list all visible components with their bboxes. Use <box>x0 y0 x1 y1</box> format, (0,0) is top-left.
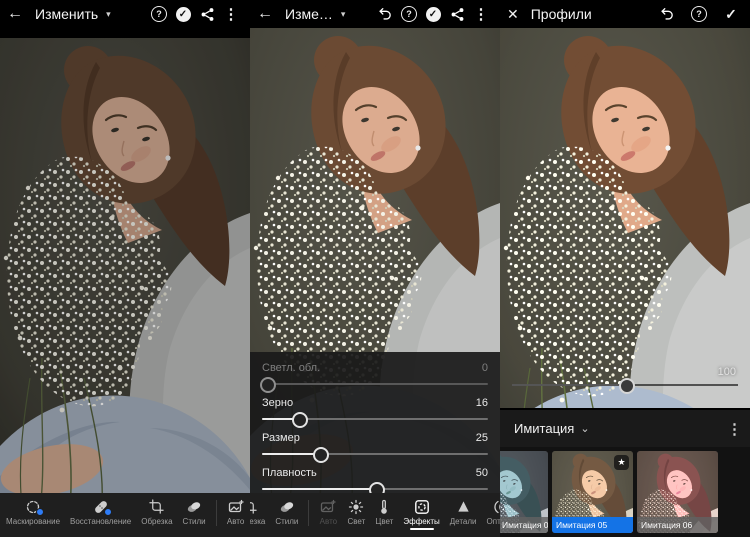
undo-icon <box>379 7 391 20</box>
toolbar-divider <box>215 500 217 526</box>
presets-icon <box>185 498 203 515</box>
profile-imitation-04[interactable]: Имитация 04 <box>500 451 548 533</box>
close-icon[interactable]: ✕ <box>507 7 519 21</box>
slider-knob[interactable] <box>312 447 329 463</box>
profile-amount-slider[interactable] <box>512 378 738 394</box>
tool-crop[interactable]: Обрезка <box>250 498 265 530</box>
tool-presets[interactable]: Стили <box>183 498 206 530</box>
profile-amount: 100 <box>500 358 750 402</box>
photo-canvas[interactable] <box>0 38 250 498</box>
healing-icon <box>92 498 112 516</box>
color-icon <box>375 498 393 515</box>
panel-edit-overview: ← Изменить ▾ ? ✓ ⋮ Маскирование Восстано… <box>0 0 250 537</box>
chevron-down-icon: ▾ <box>106 8 111 19</box>
overflow-menu-button[interactable]: ⋮ <box>219 2 243 26</box>
back-icon[interactable]: ← <box>257 6 273 22</box>
undo-button[interactable] <box>655 2 679 26</box>
tool-healing[interactable]: Восстановление <box>70 498 131 530</box>
chevron-down-icon: ⌄ <box>580 423 590 435</box>
back-icon[interactable]: ← <box>7 6 23 22</box>
photo-canvas[interactable]: Светл. обл. 0 Зерно 16 Размер 25 Плавнос… <box>250 28 500 498</box>
tools-toolbar: Обрезка Стили Авто Свет Цвет <box>250 493 500 537</box>
grain-slider[interactable] <box>262 412 488 428</box>
profiles-menu-button[interactable]: ⋮ <box>727 420 742 438</box>
light-icon <box>347 498 365 515</box>
tool-auto[interactable]: Авто <box>319 498 337 530</box>
share-icon <box>201 7 213 21</box>
share-button[interactable] <box>445 2 469 26</box>
done-button[interactable]: ✓ <box>171 2 195 26</box>
toolbar-divider <box>308 500 310 526</box>
overflow-menu-button[interactable]: ⋮ <box>469 2 493 26</box>
effects-icon <box>413 498 431 515</box>
effects-sliders-panel: Светл. обл. 0 Зерно 16 Размер 25 Плавнос… <box>250 352 500 498</box>
profile-amount-value: 100 <box>717 366 736 378</box>
photo-canvas[interactable]: 100 <box>500 28 750 408</box>
tool-effects[interactable]: Эффекты <box>403 498 440 530</box>
optics-icon <box>491 498 500 515</box>
auto-icon <box>319 498 337 515</box>
profile-group-dropdown[interactable]: Имитация <box>514 421 574 436</box>
slider-row-size: Размер 25 <box>250 428 500 463</box>
slider-knob[interactable] <box>292 412 309 428</box>
page-title[interactable]: Изме… <box>285 6 333 22</box>
tool-masking[interactable]: Маскирование <box>6 498 60 530</box>
top-bar: ✕ Профили ? ✓ <box>500 0 750 28</box>
tool-auto[interactable]: Авто <box>227 498 245 530</box>
slider-knob[interactable] <box>619 378 635 394</box>
slider-knob[interactable] <box>260 377 276 393</box>
top-bar: ← Изме… ▾ ? ✓ ⋮ <box>250 0 500 28</box>
slider-row-grain: Зерно 16 <box>250 393 500 428</box>
favorite-star-badge[interactable]: ★ <box>614 455 629 470</box>
masking-icon <box>24 498 44 516</box>
profile-label-bar: Имитация 05 <box>552 517 633 533</box>
page-title[interactable]: Изменить <box>35 6 98 22</box>
presets-icon <box>278 498 296 515</box>
profile-imitation-05[interactable]: ★ Имитация 05 <box>552 451 633 533</box>
help-button[interactable]: ? <box>147 2 171 26</box>
undo-button[interactable] <box>373 2 397 26</box>
edited-badge <box>103 508 112 516</box>
tool-optics[interactable]: Оптика <box>487 498 500 530</box>
tools-toolbar: Маскирование Восстановление Обрезка Стил… <box>0 493 250 537</box>
profile-group-bar: Имитация ⌄ ⋮ <box>500 408 750 447</box>
letterbox <box>0 28 250 38</box>
help-button[interactable]: ? <box>397 2 421 26</box>
panel-effects-edit: ← Изме… ▾ ? ✓ ⋮ Светл. обл. 0 Зерно 16 Р… <box>250 0 500 537</box>
crop-icon <box>148 498 166 515</box>
size-slider[interactable] <box>262 447 488 463</box>
profile-label-bar: Имитация 04 <box>500 517 548 533</box>
tool-presets[interactable]: Стили <box>275 498 298 530</box>
auto-icon <box>227 498 245 515</box>
share-icon <box>451 7 463 21</box>
slider-row-highlights: Светл. обл. 0 <box>250 358 500 393</box>
tool-color[interactable]: Цвет <box>375 498 393 530</box>
apply-button[interactable]: ✓ <box>719 2 743 26</box>
tool-light[interactable]: Свет <box>347 498 365 530</box>
detail-icon <box>454 498 472 515</box>
page-title: Профили <box>530 6 592 22</box>
done-button[interactable]: ✓ <box>421 2 445 26</box>
help-button[interactable]: ? <box>687 2 711 26</box>
tool-detail[interactable]: Детали <box>450 498 477 530</box>
profile-thumbnails: Имитация 04 ★ Имитация 05 Имитация 06 <box>500 447 750 537</box>
top-bar: ← Изменить ▾ ? ✓ ⋮ <box>0 0 250 28</box>
chevron-down-icon: ▾ <box>340 8 346 19</box>
share-button[interactable] <box>195 2 219 26</box>
edited-badge <box>36 508 44 516</box>
profile-label-bar: Имитация 06 <box>637 517 718 533</box>
crop-icon <box>250 498 259 515</box>
undo-icon <box>661 7 673 20</box>
profile-imitation-06[interactable]: Имитация 06 <box>637 451 718 533</box>
panel-profiles: ✕ Профили ? ✓ 100 Имитация ⌄ ⋮ Имитация … <box>500 0 750 537</box>
tool-crop[interactable]: Обрезка <box>141 498 173 530</box>
highlights-slider[interactable] <box>260 377 488 393</box>
